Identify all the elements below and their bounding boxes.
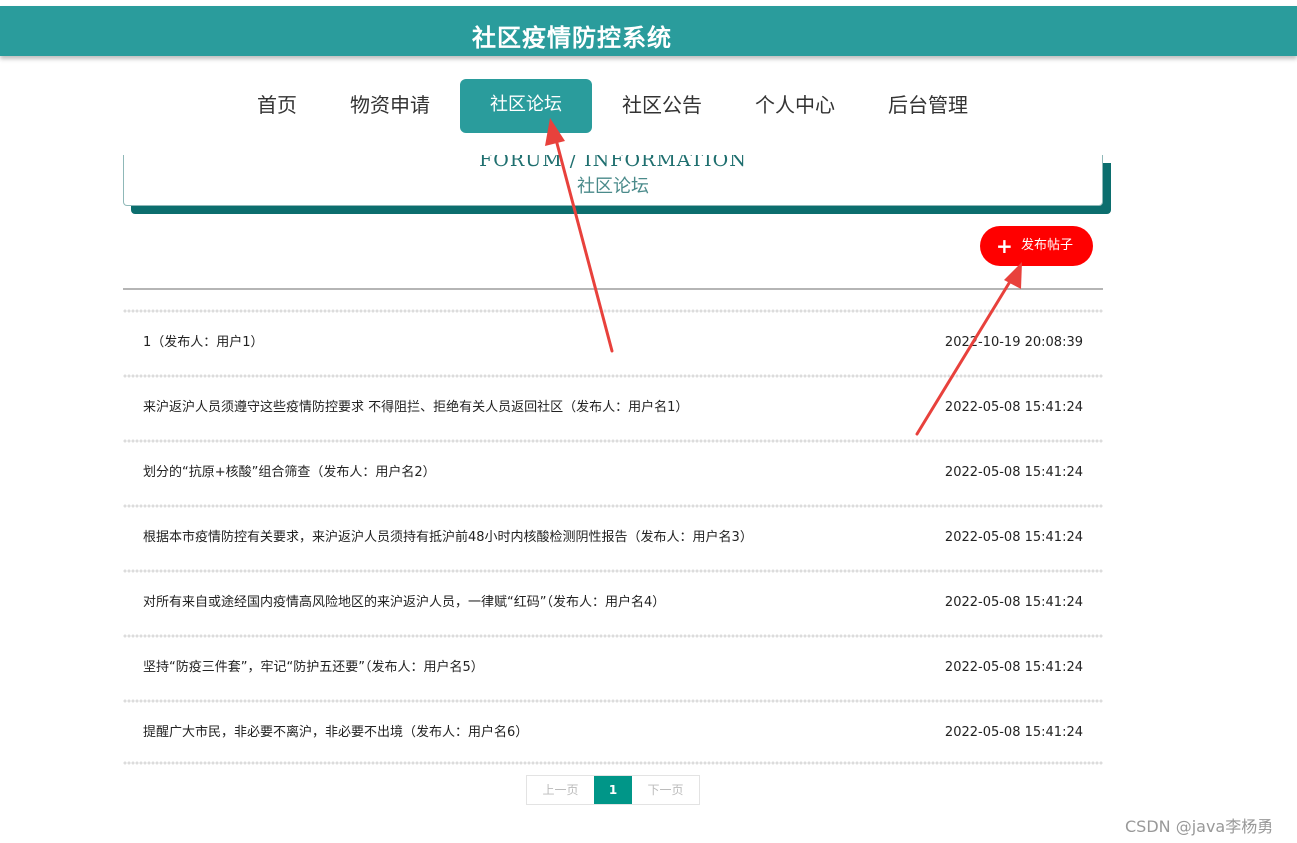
row-separator: [123, 309, 1103, 313]
annotation-arrow: [545, 118, 614, 353]
post-row[interactable]: 根据本市疫情防控有关要求，来沪返沪人员须持有抵沪前48小时内核酸检测阴性报告（发…: [123, 526, 1103, 550]
post-time: 2022-05-08 15:41:24: [944, 725, 1083, 740]
pagination: 上一页 1 下一页: [526, 775, 700, 805]
post-title[interactable]: 来沪返沪人员须遵守这些疫情防控要求 不得阻拦、拒绝有关人员返回社区（发布人：用户…: [143, 396, 688, 420]
row-separator: [123, 569, 1103, 573]
next-page-button[interactable]: 下一页: [632, 776, 699, 804]
nav-item-supplies[interactable]: 物资申请: [343, 79, 437, 133]
publish-post-button[interactable]: + 发布帖子: [980, 226, 1093, 266]
plus-icon: +: [996, 234, 1013, 258]
post-row[interactable]: 1（发布人：用户1） 2022-10-19 20:08:39: [123, 331, 1103, 355]
list-divider: [123, 288, 1103, 290]
post-row[interactable]: 来沪返沪人员须遵守这些疫情防控要求 不得阻拦、拒绝有关人员返回社区（发布人：用户…: [123, 396, 1103, 420]
post-time: 2022-05-08 15:41:24: [944, 595, 1083, 610]
nav-item-notices[interactable]: 社区公告: [615, 79, 709, 133]
prev-page-button[interactable]: 上一页: [527, 776, 594, 804]
row-separator: [123, 761, 1103, 765]
post-time: 2022-05-08 15:41:24: [944, 465, 1083, 480]
section-title-cn: 社区论坛: [577, 176, 649, 197]
post-title[interactable]: 对所有来自或途经国内疫情高风险地区的来沪返沪人员，一律赋“红码”（发布人：用户名…: [143, 591, 665, 615]
nav-item-profile[interactable]: 个人中心: [748, 79, 842, 133]
row-separator: [123, 699, 1103, 703]
watermark: CSDN @java李杨勇: [1125, 817, 1274, 836]
post-title[interactable]: 根据本市疫情防控有关要求，来沪返沪人员须持有抵沪前48小时内核酸检测阴性报告（发…: [143, 526, 753, 550]
app-title: 社区疫情防控系统: [472, 24, 672, 52]
nav-item-admin[interactable]: 后台管理: [881, 79, 975, 133]
row-separator: [123, 634, 1103, 638]
page-1-button[interactable]: 1: [594, 776, 632, 804]
header-bar: 社区疫情防控系统: [0, 6, 1297, 56]
main-nav: 首页 物资申请 社区论坛 社区公告 个人中心 后台管理: [0, 79, 1297, 133]
post-time: 2022-05-08 15:41:24: [944, 530, 1083, 545]
post-row[interactable]: 提醒广大市民，非必要不离沪，非必要不出境（发布人：用户名6） 2022-05-0…: [123, 721, 1103, 745]
post-title[interactable]: 提醒广大市民，非必要不离沪，非必要不出境（发布人：用户名6）: [143, 721, 528, 745]
row-separator: [123, 439, 1103, 443]
row-separator: [123, 504, 1103, 508]
post-row[interactable]: 对所有来自或途经国内疫情高风险地区的来沪返沪人员，一律赋“红码”（发布人：用户名…: [123, 591, 1103, 615]
section-header: FORUM / INFORMATION 社区论坛: [123, 155, 1103, 206]
post-title[interactable]: 坚持“防疫三件套”，牢记“防护五还要”（发布人：用户名5）: [143, 656, 484, 680]
nav-item-forum[interactable]: 社区论坛: [460, 79, 592, 133]
post-time: 2022-10-19 20:08:39: [944, 335, 1083, 350]
post-time: 2022-05-08 15:41:24: [944, 400, 1083, 415]
post-row[interactable]: 坚持“防疫三件套”，牢记“防护五还要”（发布人：用户名5） 2022-05-08…: [123, 656, 1103, 680]
post-title[interactable]: 1（发布人：用户1）: [143, 331, 264, 355]
post-time: 2022-05-08 15:41:24: [944, 660, 1083, 675]
post-title[interactable]: 划分的“抗原+核酸”组合筛查（发布人：用户名2）: [143, 461, 436, 485]
nav-item-home[interactable]: 首页: [250, 79, 304, 133]
section-title-en: FORUM / INFORMATION: [479, 155, 747, 171]
row-separator: [123, 374, 1103, 378]
publish-post-label: 发布帖子: [1021, 238, 1074, 253]
post-row[interactable]: 划分的“抗原+核酸”组合筛查（发布人：用户名2） 2022-05-08 15:4…: [123, 461, 1103, 485]
